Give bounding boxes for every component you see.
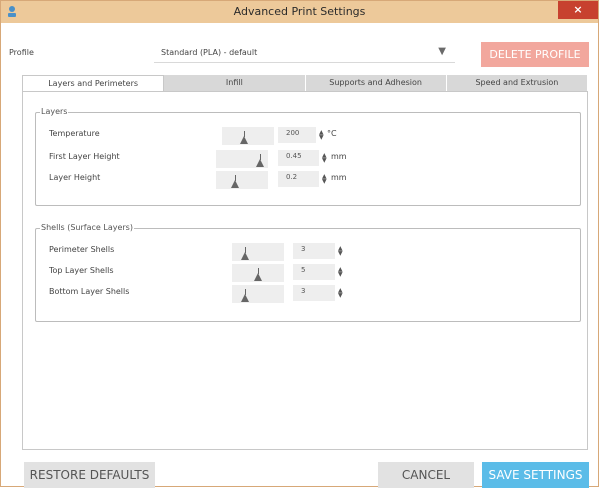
layer-height-spinner-icon[interactable]: ▲ ▼ xyxy=(322,174,327,185)
top-layer-shells-label: Top Layer Shells xyxy=(49,266,114,275)
layers-group-legend: Layers xyxy=(40,107,69,116)
tab-infill[interactable]: Infill xyxy=(164,75,306,91)
delete-profile-button[interactable]: DELETE PROFILE xyxy=(481,42,589,67)
perimeter-shells-input[interactable]: 3 xyxy=(293,243,335,259)
close-button[interactable]: × xyxy=(558,1,598,19)
top-layer-shells-input[interactable]: 5 xyxy=(293,264,335,280)
title-bar[interactable]: Advanced Print Settings × xyxy=(1,1,598,23)
temperature-input[interactable]: 200 xyxy=(278,127,316,143)
bottom-layer-shells-input[interactable]: 3 xyxy=(293,285,335,301)
top-layer-shells-spinner-icon[interactable]: ▲ ▼ xyxy=(338,267,343,278)
advanced-print-settings-window: Advanced Print Settings × Profile Standa… xyxy=(0,0,599,488)
tab-supports-and-adhesion[interactable]: Supports and Adhesion xyxy=(305,75,447,91)
temperature-slider[interactable] xyxy=(222,127,274,145)
cancel-button[interactable]: CANCEL xyxy=(378,462,474,488)
first-layer-height-slider[interactable] xyxy=(216,150,268,168)
bottom-layer-shells-spinner-icon[interactable]: ▲ ▼ xyxy=(338,288,343,299)
settings-tabs: Layers and Perimeters Infill Supports an… xyxy=(22,75,588,92)
temperature-spinner-icon[interactable]: ▲ ▼ xyxy=(319,130,324,141)
layer-height-slider[interactable] xyxy=(216,171,268,189)
first-layer-height-input[interactable]: 0.45 xyxy=(278,150,319,166)
top-layer-shells-slider[interactable] xyxy=(232,264,284,282)
layer-height-unit: mm xyxy=(331,173,347,182)
first-layer-height-unit: mm xyxy=(331,152,347,161)
first-layer-height-label: First Layer Height xyxy=(49,152,120,161)
tab-content-panel: Layers Temperature 200 ▲ ▼ °C First Layer… xyxy=(22,92,588,450)
restore-defaults-button[interactable]: RESTORE DEFAULTS xyxy=(24,462,155,488)
shells-group-legend: Shells (Surface Layers) xyxy=(40,223,134,232)
perimeter-shells-slider[interactable] xyxy=(232,243,284,261)
slider-thumb[interactable] xyxy=(240,136,248,144)
perimeter-shells-spinner-icon[interactable]: ▲ ▼ xyxy=(338,246,343,257)
bottom-layer-shells-label: Bottom Layer Shells xyxy=(49,287,130,296)
temperature-unit: °C xyxy=(327,129,337,138)
temperature-label: Temperature xyxy=(49,129,100,138)
slider-thumb[interactable] xyxy=(241,294,249,302)
chevron-down-icon: ▼ xyxy=(438,46,446,57)
slider-thumb[interactable] xyxy=(256,159,264,167)
tab-layers-and-perimeters[interactable]: Layers and Perimeters xyxy=(22,75,165,91)
layers-group: Layers Temperature 200 ▲ ▼ °C First Layer… xyxy=(35,107,581,206)
layer-height-input[interactable]: 0.2 xyxy=(278,171,319,187)
slider-thumb[interactable] xyxy=(241,252,249,260)
tab-speed-and-extrusion[interactable]: Speed and Extrusion xyxy=(446,75,588,91)
slider-thumb[interactable] xyxy=(254,273,262,281)
bottom-layer-shells-slider[interactable] xyxy=(232,285,284,303)
profile-selected-value: Standard (PLA) - default xyxy=(161,48,258,57)
slider-thumb[interactable] xyxy=(231,180,239,188)
layer-height-label: Layer Height xyxy=(49,173,101,182)
perimeter-shells-label: Perimeter Shells xyxy=(49,245,115,254)
save-settings-button[interactable]: SAVE SETTINGS xyxy=(482,462,589,488)
profile-dropdown[interactable]: Standard (PLA) - default ▼ xyxy=(154,41,455,63)
window-title: Advanced Print Settings xyxy=(233,5,366,18)
profile-label: Profile xyxy=(9,48,34,57)
first-layer-height-spinner-icon[interactable]: ▲ ▼ xyxy=(322,153,327,164)
shells-group: Shells (Surface Layers) Perimeter Shells… xyxy=(35,223,581,322)
